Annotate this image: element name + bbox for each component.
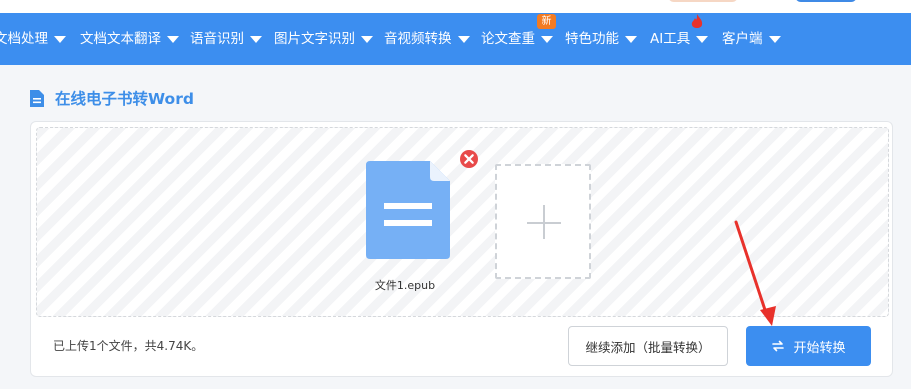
nav-item-label: 特色功能: [565, 31, 619, 47]
nav-item-label: 客户端: [722, 31, 763, 47]
caret-down-icon: [457, 35, 470, 43]
main-nav: 文档处理 文档文本翻译 语音识别 图片文字识别 音视频转换 论文查重 特色功能 …: [0, 13, 911, 65]
new-badge: 新: [537, 14, 556, 29]
nav-item-label: 文档文本翻译: [80, 31, 161, 47]
caret-down-icon: [696, 35, 709, 43]
nav-item-client[interactable]: 客户端: [722, 13, 781, 65]
nav-item-label: 语音识别: [190, 31, 244, 47]
nav-item-speech-recognition[interactable]: 语音识别: [190, 13, 262, 65]
swap-arrows-icon: [772, 340, 785, 352]
nav-item-audio-video[interactable]: 音视频转换: [384, 13, 470, 65]
top-promo-pill[interactable]: [668, 0, 738, 2]
nav-item-document-processing[interactable]: 文档处理: [0, 13, 66, 65]
file-icon: [366, 161, 450, 259]
top-login-pill[interactable]: [795, 0, 857, 2]
caret-down-icon: [167, 35, 179, 43]
caret-down-icon: [625, 35, 637, 43]
caret-down-icon: [541, 35, 553, 43]
nav-item-label: 文档处理: [0, 31, 48, 47]
nav-item-label: 音视频转换: [384, 31, 452, 47]
top-strip: [0, 0, 911, 13]
caret-down-icon: [361, 35, 373, 43]
document-icon: [30, 89, 44, 107]
plus-icon-vertical: [543, 205, 545, 239]
page-title: 在线电子书转Word: [55, 90, 194, 108]
nav-item-translation[interactable]: 文档文本翻译: [80, 13, 179, 65]
nav-item-label: 论文查重: [481, 31, 535, 47]
file-name: 文件1.epub: [374, 279, 436, 292]
caret-down-icon: [54, 35, 66, 43]
annotation-arrow-icon: [734, 220, 776, 326]
caret-down-icon: [250, 35, 262, 43]
fire-icon: [691, 14, 703, 28]
add-file-button[interactable]: [495, 164, 591, 279]
start-convert-label: 开始转换: [793, 340, 846, 356]
upload-status: 已上传1个文件，共4.74K。: [53, 339, 204, 353]
add-more-button[interactable]: 继续添加（批量转换）: [568, 326, 728, 366]
page-header: 在线电子书转Word: [30, 87, 194, 109]
nav-item-image-ocr[interactable]: 图片文字识别: [274, 13, 373, 65]
close-circle-icon[interactable]: [459, 149, 479, 169]
caret-down-icon: [768, 35, 781, 43]
nav-item-special-features[interactable]: 特色功能: [565, 13, 637, 65]
nav-item-label: 图片文字识别: [274, 31, 355, 47]
nav-item-label: AI工具: [650, 31, 691, 47]
